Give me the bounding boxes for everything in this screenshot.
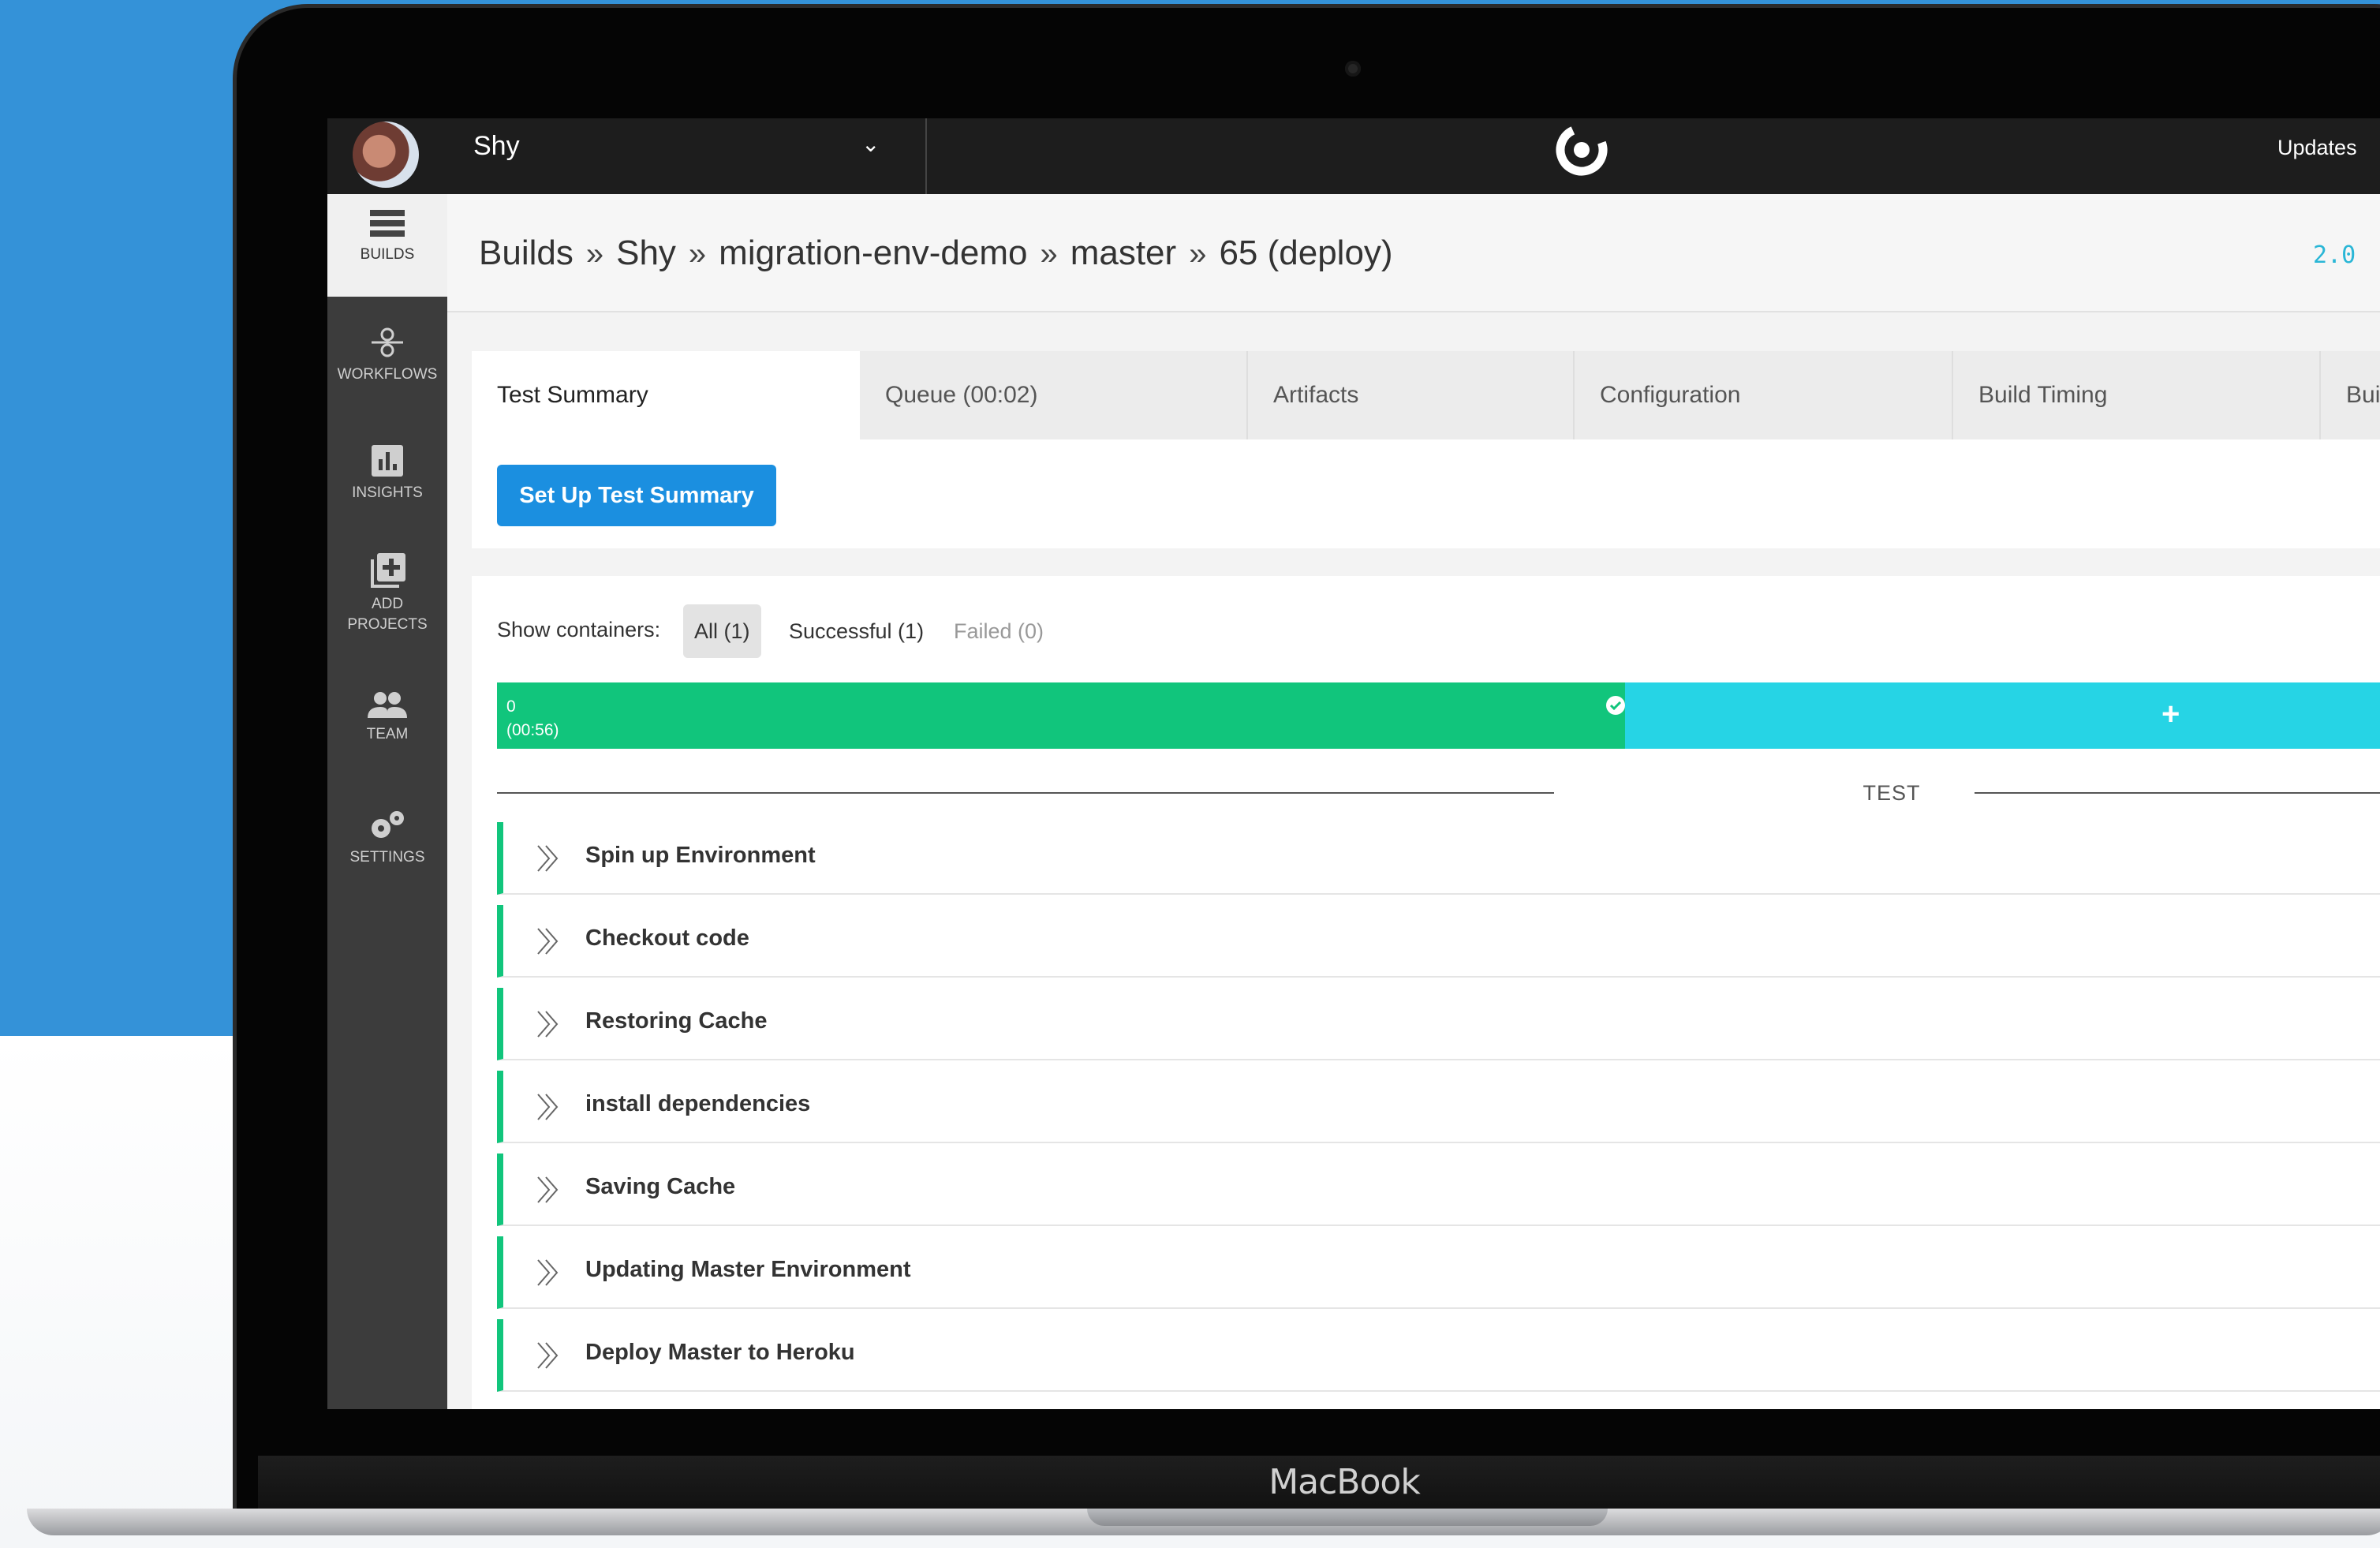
step-row[interactable]: Checkout code bbox=[497, 905, 2380, 978]
plus-icon: + bbox=[2161, 697, 2180, 731]
container-duration: (00:56) bbox=[506, 721, 559, 739]
containers-label: Show containers: bbox=[497, 618, 661, 641]
chevron-right-icon bbox=[537, 928, 559, 955]
section-divider bbox=[497, 792, 1554, 794]
page-header: Builds » Shy » migration-env-demo » master » 65 … bbox=[447, 194, 2380, 312]
breadcrumb-separator: » bbox=[1189, 237, 1207, 271]
container-index: 0 bbox=[506, 697, 516, 716]
step-row[interactable]: Spin up Environment bbox=[497, 822, 2380, 895]
chevron-right-icon bbox=[537, 1342, 559, 1369]
sidebar-item-team[interactable]: TEAM bbox=[327, 691, 447, 746]
chevron-right-icon bbox=[537, 1011, 559, 1038]
chevron-right-icon bbox=[537, 1259, 559, 1286]
chevron-down-icon[interactable]: ⌄ bbox=[861, 131, 880, 157]
section-title: TEST bbox=[1863, 781, 1921, 805]
sidebar-item-label: SETTINGS bbox=[349, 849, 425, 866]
section-divider bbox=[1975, 792, 2380, 794]
sidebar-item-label: WORKFLOWS bbox=[337, 366, 438, 383]
sidebar-item-label: TEAM bbox=[366, 726, 409, 742]
build-details-panel: Test Summary Queue (00:02) Artifacts Con… bbox=[472, 351, 2380, 548]
avatar[interactable] bbox=[353, 122, 419, 188]
sidebar-item-insights[interactable]: INSIGHTS bbox=[327, 445, 447, 505]
step-label: Saving Cache bbox=[585, 1174, 736, 1199]
step-label: install dependencies bbox=[585, 1091, 811, 1116]
team-icon bbox=[368, 692, 407, 718]
circleci-logo-icon bbox=[1556, 124, 1608, 176]
divider bbox=[925, 118, 927, 194]
step-label: Spin up Environment bbox=[585, 843, 816, 868]
settings-icon bbox=[372, 811, 404, 838]
chevron-right-icon bbox=[537, 1176, 559, 1203]
step-label: Updating Master Environment bbox=[585, 1257, 911, 1282]
sidebar: BUILDS WORKFLOWS INSIGHTS ADD PROJECTS T… bbox=[327, 194, 447, 1409]
builds-icon bbox=[370, 210, 405, 237]
tab-artifacts[interactable]: Artifacts bbox=[1248, 351, 1575, 439]
breadcrumb: Builds » Shy » migration-env-demo » master » 65 … bbox=[479, 234, 1393, 273]
container-0[interactable]: 0 (00:56) bbox=[497, 682, 1625, 749]
breadcrumb-separator: » bbox=[585, 237, 604, 271]
chevron-right-icon bbox=[537, 845, 559, 872]
step-row[interactable]: Deploy Master to Heroku bbox=[497, 1319, 2380, 1392]
check-circle-icon bbox=[1606, 696, 1625, 715]
step-label: Deploy Master to Heroku bbox=[585, 1340, 855, 1365]
breadcrumb-builds[interactable]: Builds bbox=[479, 234, 574, 272]
workflows-icon bbox=[372, 327, 403, 357]
build-output-panel: Show containers: All (1) Successful (1) … bbox=[472, 576, 2380, 1409]
version-badge: 2.0 bbox=[2313, 241, 2356, 269]
sidebar-item-settings[interactable]: SETTINGS bbox=[327, 810, 447, 869]
add-container-button[interactable]: + bbox=[1625, 682, 2380, 749]
app-screen: Shy ⌄ Updates BUILDS WORKFLOWS INSIGHTS … bbox=[327, 118, 2380, 1409]
top-bar: Shy ⌄ Updates bbox=[327, 118, 2380, 194]
tab-build-timing[interactable]: Build Timing bbox=[1953, 351, 2321, 439]
updates-link[interactable]: Updates bbox=[2277, 136, 2357, 160]
sidebar-item-label: INSIGHTS bbox=[352, 484, 423, 501]
org-switcher-label[interactable]: Shy bbox=[473, 131, 520, 162]
step-label: Restoring Cache bbox=[585, 1008, 768, 1034]
filter-failed[interactable]: Failed (0) bbox=[943, 604, 1055, 658]
sidebar-item-label-line2: PROJECTS bbox=[347, 616, 428, 633]
breadcrumb-separator: » bbox=[1040, 237, 1058, 271]
add-projects-icon bbox=[371, 553, 405, 588]
filter-all[interactable]: All (1) bbox=[683, 604, 761, 658]
chevron-right-icon bbox=[537, 1094, 559, 1120]
camera-icon bbox=[1345, 61, 1361, 77]
breadcrumb-separator: » bbox=[688, 237, 707, 271]
breadcrumb-build: 65 (deploy) bbox=[1219, 234, 1393, 272]
breadcrumb-org[interactable]: Shy bbox=[616, 234, 676, 272]
filter-successful[interactable]: Successful (1) bbox=[778, 604, 935, 658]
tab-configuration[interactable]: Configuration bbox=[1575, 351, 1953, 439]
sidebar-item-builds[interactable]: BUILDS bbox=[327, 194, 447, 297]
sidebar-item-label: BUILDS bbox=[360, 246, 415, 263]
sidebar-item-workflows[interactable]: WORKFLOWS bbox=[327, 327, 447, 387]
breadcrumb-project[interactable]: migration-env-demo bbox=[719, 234, 1027, 272]
breadcrumb-branch[interactable]: master bbox=[1070, 234, 1176, 272]
step-row[interactable]: Updating Master Environment bbox=[497, 1236, 2380, 1309]
step-row[interactable]: install dependencies bbox=[497, 1071, 2380, 1143]
tab-test-summary[interactable]: Test Summary bbox=[472, 351, 860, 439]
tab-build-parameters[interactable]: Bui bbox=[2321, 351, 2380, 439]
step-row[interactable]: Restoring Cache bbox=[497, 988, 2380, 1060]
laptop-notch bbox=[1087, 1509, 1608, 1526]
sidebar-item-add-projects[interactable]: ADD PROJECTS bbox=[327, 553, 447, 637]
step-row[interactable]: Saving Cache bbox=[497, 1154, 2380, 1226]
device-label: MacBook bbox=[1268, 1462, 1421, 1502]
set-up-test-summary-button[interactable]: Set Up Test Summary bbox=[497, 465, 776, 526]
tab-queue[interactable]: Queue (00:02) bbox=[860, 351, 1248, 439]
insights-icon bbox=[372, 445, 403, 477]
step-label: Checkout code bbox=[585, 925, 749, 951]
